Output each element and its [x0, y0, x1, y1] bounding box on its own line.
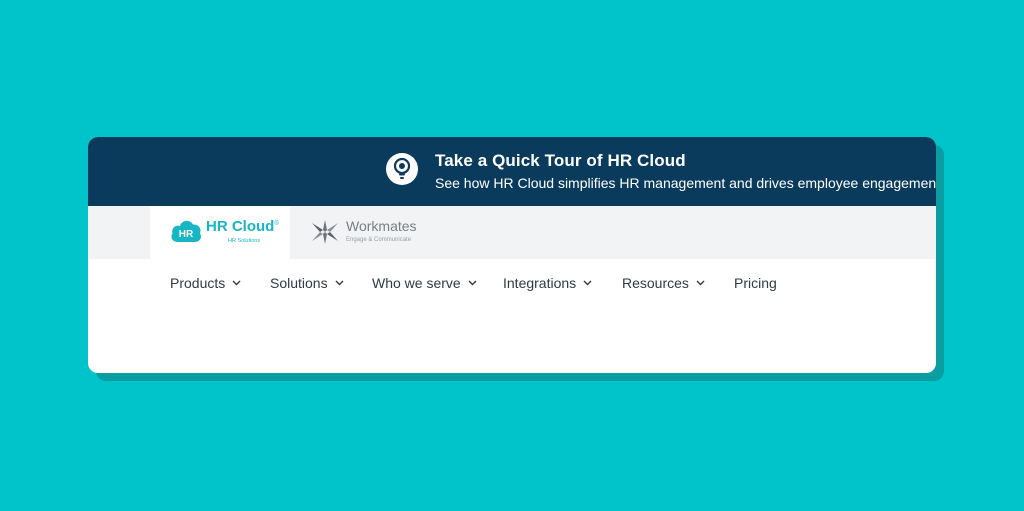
chevron-down-icon	[335, 280, 344, 286]
lightbulb-icon	[386, 153, 418, 185]
brand-tab-hr-cloud[interactable]: HR HR Cloud® HR Solutions	[150, 206, 290, 259]
chevron-down-icon	[696, 280, 705, 286]
nav-item-resources[interactable]: Resources	[622, 273, 705, 293]
nav-item-integrations[interactable]: Integrations	[503, 273, 592, 293]
nav-item-products[interactable]: Products	[170, 273, 241, 293]
chevron-down-icon	[583, 280, 592, 286]
website-header-card: Take a Quick Tour of HR Cloud See how HR…	[88, 137, 936, 373]
workmates-tagline: Engage & Communicate	[346, 237, 412, 243]
brand-switcher: HR HR Cloud® HR Solutions Workmates Enga…	[88, 206, 936, 259]
chevron-down-icon	[468, 280, 477, 286]
banner-subtitle: See how HR Cloud simplifies HR managemen…	[435, 175, 936, 191]
nav-item-pricing[interactable]: Pricing	[734, 273, 777, 293]
hr-cloud-tagline: HR Solutions	[228, 238, 261, 244]
workmates-logo-icon	[312, 220, 338, 244]
main-nav: Products Solutions Who we serve Integrat…	[88, 259, 936, 305]
hr-cloud-name: HR Cloud®	[206, 218, 279, 235]
svg-text:HR: HR	[179, 229, 194, 240]
workmates-name: Workmates	[346, 218, 417, 234]
nav-item-who-we-serve[interactable]: Who we serve	[372, 273, 477, 293]
hr-cloud-logo-icon: HR	[171, 220, 201, 242]
banner-title: Take a Quick Tour of HR Cloud	[435, 151, 686, 170]
quick-tour-banner[interactable]: Take a Quick Tour of HR Cloud See how HR…	[88, 137, 936, 206]
nav-item-solutions[interactable]: Solutions	[270, 273, 344, 293]
chevron-down-icon	[232, 280, 241, 286]
